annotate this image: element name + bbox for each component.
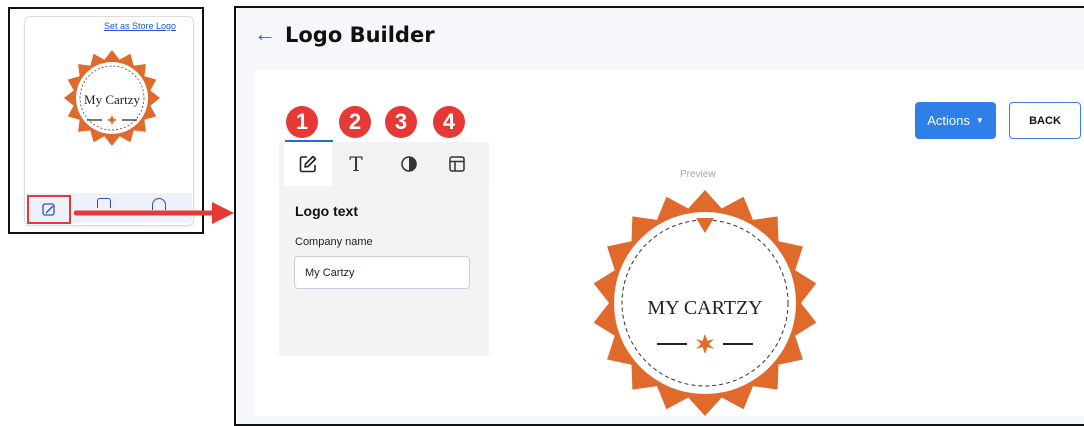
caret-down-icon: ▼ [975,116,984,125]
edit-icon [42,202,55,216]
back-button[interactable]: BACK [1009,102,1081,139]
step-badge-1: 1 [286,106,318,138]
back-arrow-icon[interactable]: ← [254,20,276,48]
tab-layout[interactable] [433,142,481,186]
panel-heading: Logo text [295,203,358,219]
page-title: Logo Builder [285,23,435,47]
edit-icon [299,155,317,173]
thumbnail-edit-button[interactable] [27,195,71,224]
thumbnail-logo-text: My Cartzy [84,92,140,107]
step-badge-4: 4 [433,106,465,138]
step-badge-3: 3 [385,106,417,138]
tab-text[interactable]: T [332,142,380,186]
preview-logo-text: MY CARTZY [647,297,762,319]
thumbnail-logo-badge: My Cartzy [64,50,160,146]
preview-label: Preview [680,169,716,180]
red-callout-arrow [74,202,234,224]
company-name-field[interactable] [294,256,470,289]
tab-colors[interactable] [385,142,433,186]
step-badge-2: 2 [339,106,371,138]
actions-dropdown-button[interactable]: Actions ▼ [915,102,996,139]
layout-icon [449,156,465,172]
text-icon: T [349,152,363,176]
contrast-icon [401,156,417,172]
tab-edit[interactable] [284,142,332,186]
company-name-label: Company name [295,236,373,248]
preview-logo-badge: MY CARTZY [593,190,817,416]
actions-label: Actions [927,113,970,128]
set-store-logo-link[interactable]: Set as Store Logo [104,21,176,31]
